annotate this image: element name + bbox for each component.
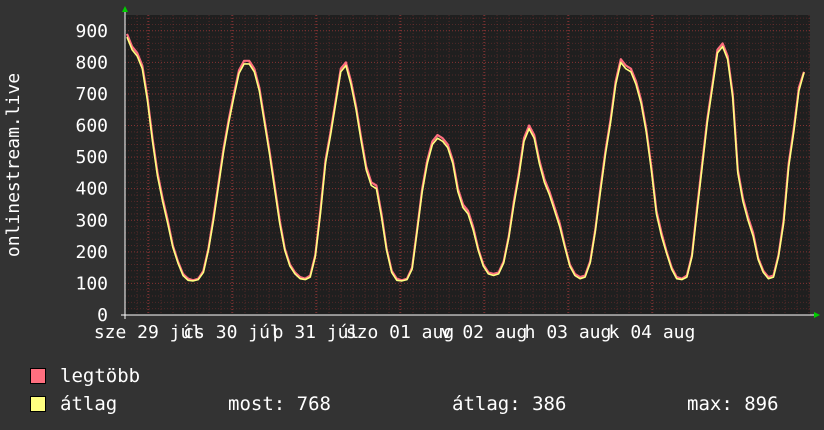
- legend-label-avg: átlag: [60, 393, 118, 415]
- legend-swatch-max: [30, 368, 46, 384]
- x-tick-label: szo 01 aug: [346, 322, 454, 343]
- y-tick-label: 400: [75, 179, 108, 200]
- stat-average-label: átlag:: [452, 393, 521, 415]
- legend-item-max: legtöbb: [30, 362, 800, 390]
- stat-maximum: max: 896: [687, 390, 779, 418]
- y-axis-label: onlinestream.live: [3, 73, 24, 257]
- legend-item-avg: átlag most: 768 átlag: 386 max: 896: [30, 390, 800, 418]
- y-axis-arrow-icon: [122, 6, 128, 12]
- x-tick-label: v 02 aug: [441, 322, 528, 343]
- y-tick-label: 900: [75, 21, 108, 42]
- y-tick-label: 300: [75, 210, 108, 231]
- stat-maximum-label: max:: [687, 393, 733, 415]
- legend: legtöbb átlag most: 768 átlag: 386 max: …: [30, 362, 800, 418]
- y-tick-label: 500: [75, 147, 108, 168]
- y-tick-label: 800: [75, 52, 108, 73]
- y-tick-label: 100: [75, 273, 108, 294]
- y-tick-labels: 0100200300400500600700800900: [75, 21, 108, 326]
- stat-current-value: 768: [296, 393, 331, 415]
- stat-current-label: most:: [228, 393, 286, 415]
- legend-swatch-avg: [30, 396, 46, 412]
- legend-label-max: legtöbb: [60, 365, 141, 387]
- stat-average: átlag: 386: [452, 390, 566, 418]
- plot-area: [125, 15, 810, 315]
- y-tick-label: 200: [75, 242, 108, 263]
- chart-panel: 0 100 200 300 400 500 600 700 800 900 sze 29 júl c…: [0, 0, 824, 430]
- x-tick-label: cs 30 júl: [183, 322, 281, 343]
- x-axis-arrow-icon: [814, 312, 820, 318]
- x-tick-labels: sze 29 júlcs 30 júlp 31 júlszo 01 augv 0…: [94, 322, 696, 343]
- x-tick-label: h 03 aug: [525, 322, 612, 343]
- y-tick-label: 600: [75, 116, 108, 137]
- y-tick-label: 700: [75, 84, 108, 105]
- stat-maximum-value: 896: [744, 393, 779, 415]
- x-tick-label: k 04 aug: [609, 322, 696, 343]
- stat-current: most: 768: [228, 390, 331, 418]
- stat-average-value: 386: [532, 393, 567, 415]
